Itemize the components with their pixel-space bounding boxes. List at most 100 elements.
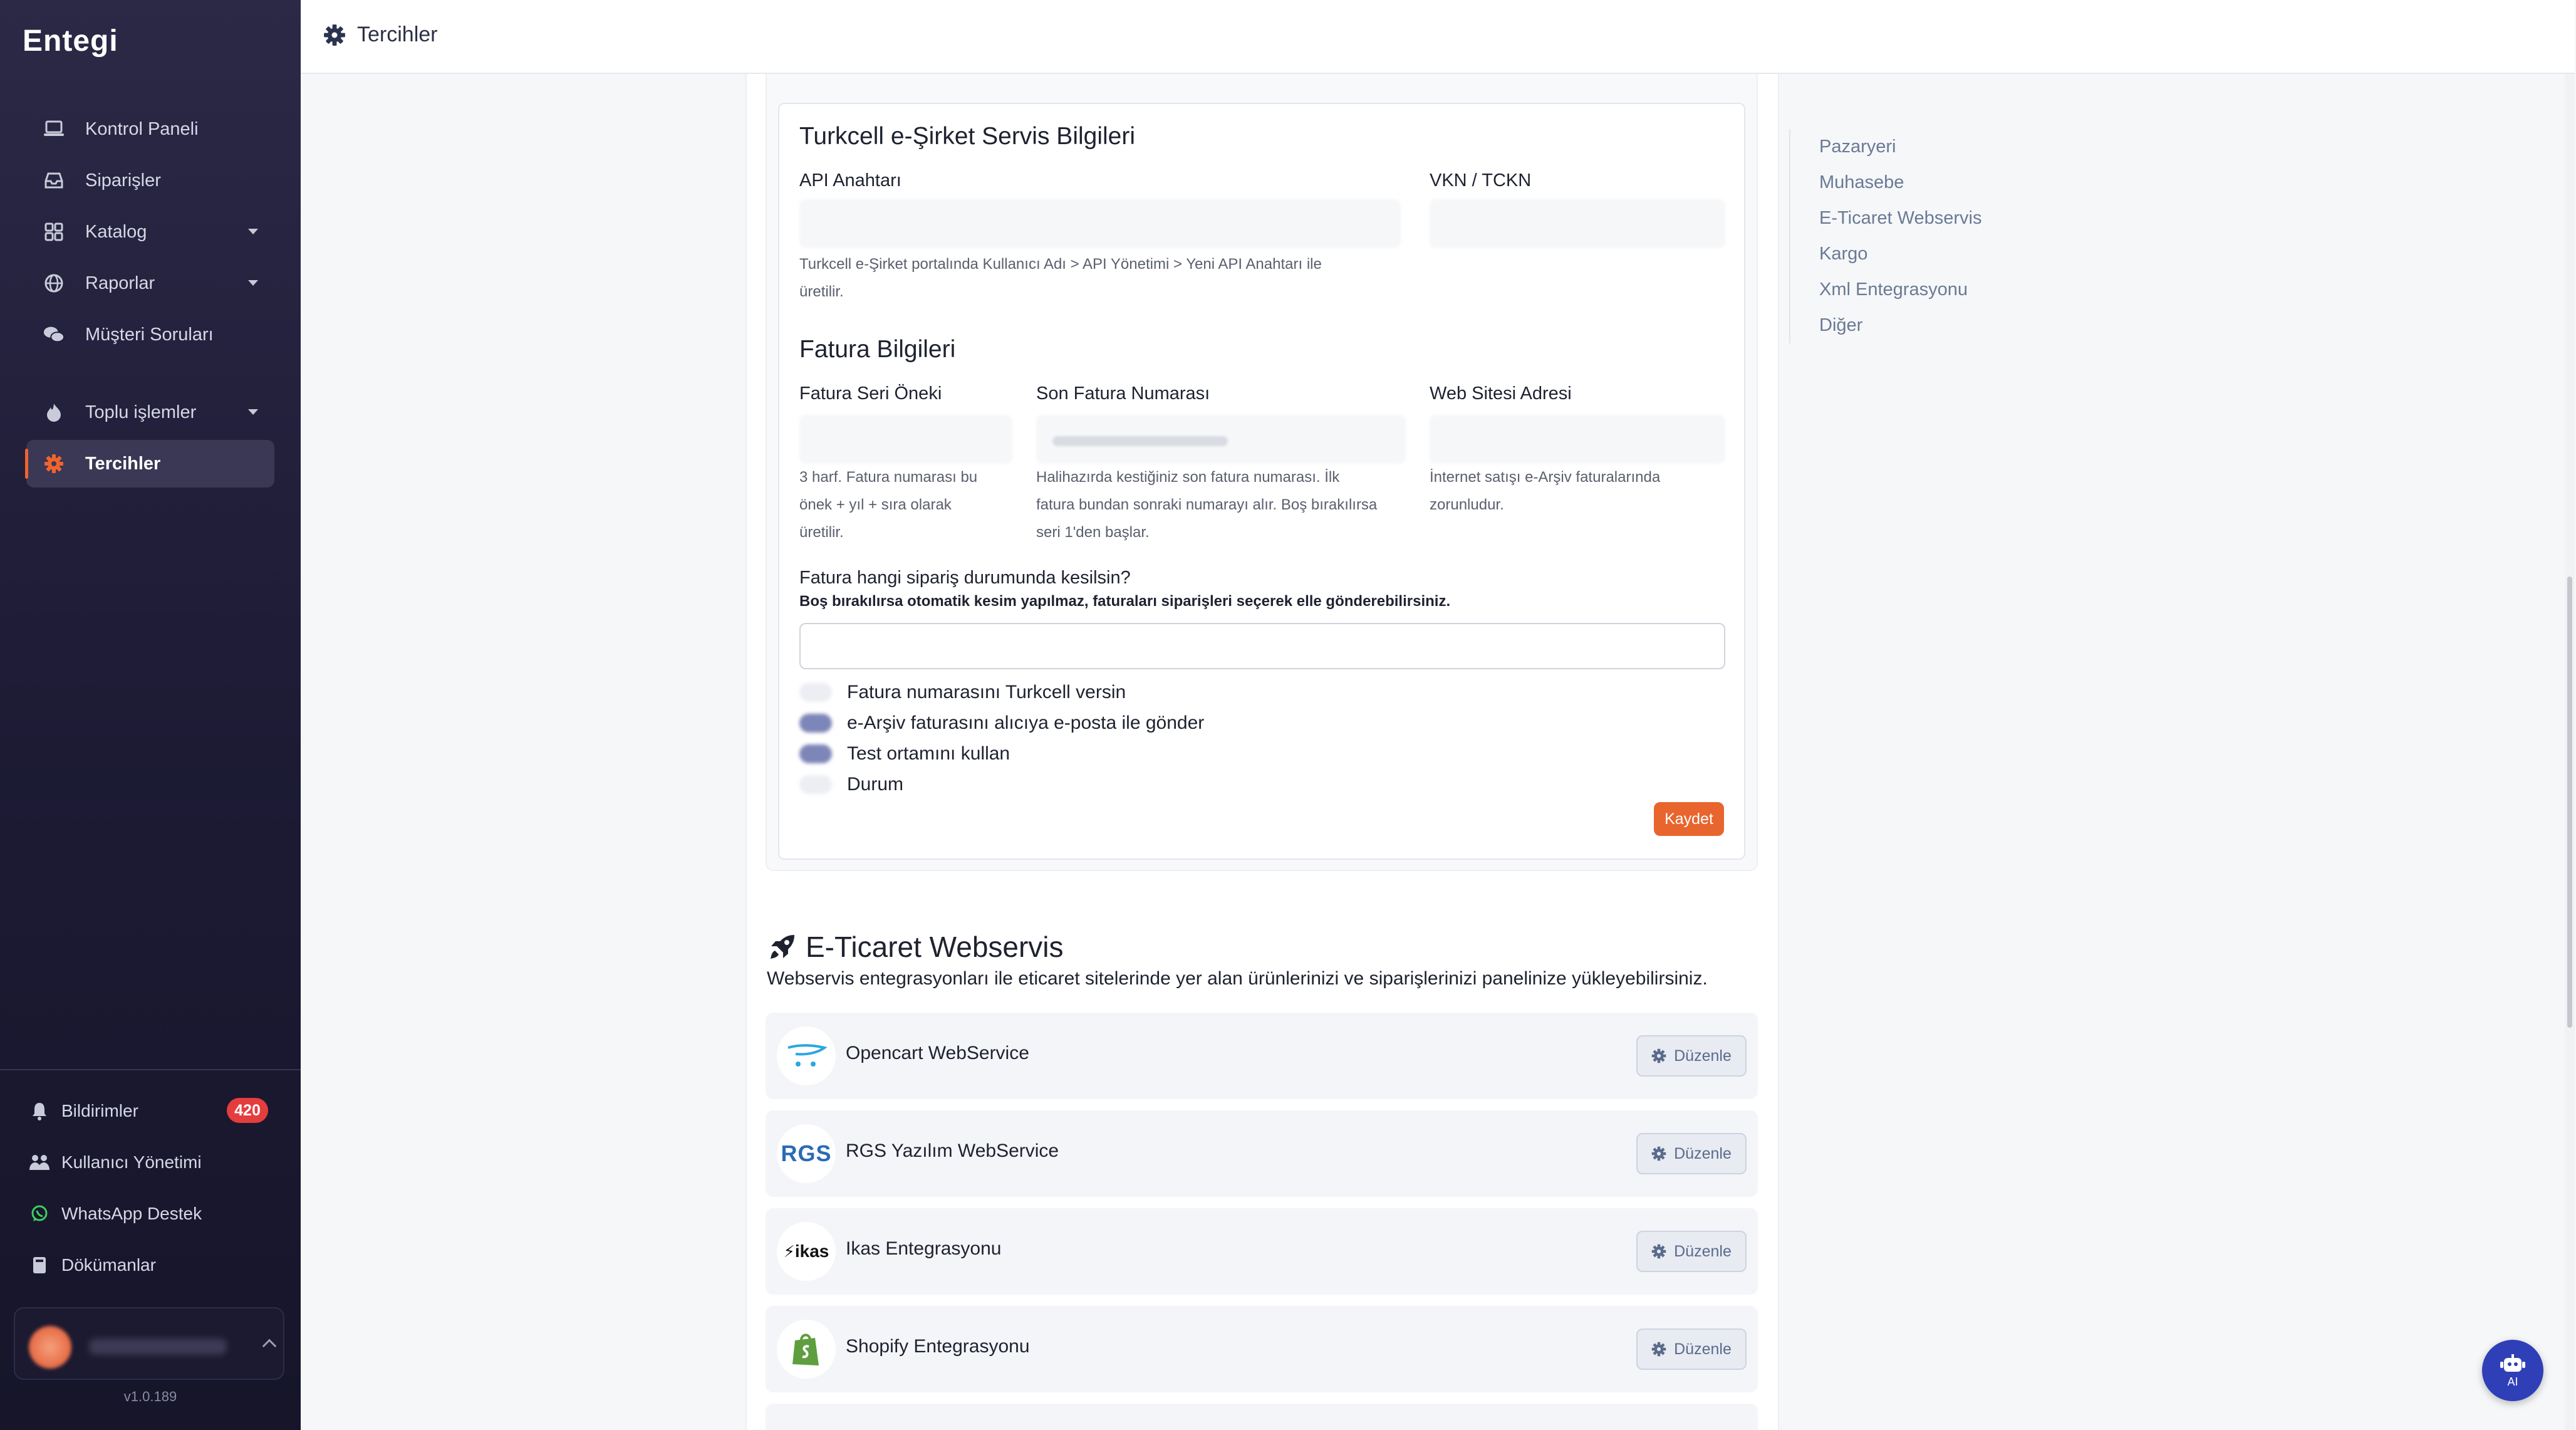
sidebar-item-toplu-islemler[interactable]: Toplu işlemler [26,389,274,436]
invoice-status-question: Fatura hangi sipariş durumunda kesilsin? [799,568,1131,588]
sidebar-item-label: Siparişler [85,170,161,190]
notification-count-badge: 420 [227,1098,268,1123]
api-key-label: API Anahtarı [799,170,901,190]
invoice-prefix-help: 3 harf. Fatura numarası bu önek + yıl + s… [799,469,978,541]
toc-link-pazaryeri[interactable]: Pazaryeri [1819,129,1981,165]
toc-link-xml-entegrasyonu[interactable]: Xml Entegrasyonu [1819,272,1981,308]
toggle-switch[interactable] [799,744,832,763]
user-name-redacted [89,1339,227,1355]
edit-label: Düzenle [1674,1144,1732,1162]
users-icon [29,1152,50,1173]
fire-icon [43,401,65,424]
option-label: Test ortamını kullan [847,743,1010,764]
save-button[interactable]: Kaydet [1654,802,1724,836]
option-turkcell-numbering[interactable]: Fatura numarasını Turkcell versin [799,681,1126,704]
last-invoice-label: Son Fatura Numarası [1036,384,1210,404]
sidebar-item-label: Müşteri Soruları [85,324,214,345]
sidebar-footer-dokumanlar[interactable]: Dökümanlar [29,1248,156,1283]
chevron-down-icon [248,229,258,234]
ai-assistant-button[interactable]: AI [2482,1340,2543,1401]
eticaret-description: Webservis entegrasyonları ile eticaret s… [767,968,1708,989]
service-card-rgs: RGS RGS Yazılım WebService Düzenle [766,1110,1758,1197]
chevron-down-icon [248,280,258,286]
app-logo[interactable]: Entegi [23,24,118,58]
opencart-logo [777,1026,836,1085]
website-input[interactable] [1430,415,1725,464]
sidebar-item-tercihler[interactable]: Tercihler [25,440,274,488]
toc-link-diger[interactable]: Diğer [1819,308,1981,343]
robot-icon [2499,1353,2527,1375]
order-status-select[interactable] [799,623,1725,669]
scrollbar-thumb[interactable] [2567,577,2572,1028]
option-label: Fatura numarasını Turkcell versin [847,682,1126,702]
eticaret-title-text: E-Ticaret Webservis [806,931,1064,963]
gear-icon [323,24,346,50]
option-email-einvoice[interactable]: e-Arşiv faturasını alıcıya e-posta ile g… [799,711,1204,735]
option-label: e-Arşiv faturasını alıcıya e-posta ile g… [847,712,1205,733]
last-invoice-input[interactable] [1036,415,1406,464]
api-key-help-line-2: üretilir. [799,283,844,300]
api-key-help-line-1: Turkcell e-Şirket portalında Kullanıcı A… [799,256,1322,273]
inbox-icon [43,169,65,192]
toc-link-eticaret-webservis[interactable]: E-Ticaret Webservis [1819,201,1981,236]
app-version: v1.0.189 [123,1389,177,1404]
toc-link-kargo[interactable]: Kargo [1819,236,1981,272]
ai-button-label: AI [2507,1375,2518,1388]
chat-icon [43,323,65,346]
option-status[interactable]: Durum [799,773,903,796]
edit-label: Düzenle [1674,1340,1732,1358]
service-name: Opencart WebService [846,1043,1029,1063]
sidebar: Entegi Kontrol Paneli Siparişler Katalog… [0,0,301,1430]
edit-button[interactable]: Düzenle [1636,1035,1747,1077]
rocket-icon [768,932,797,961]
invoice-prefix-input[interactable] [799,415,1012,464]
sidebar-footer-label: Dökümanlar [61,1255,156,1275]
turkcell-section-title: Turkcell e-Şirket Servis Bilgileri [799,123,1136,150]
globe-icon [43,272,65,295]
grid-icon [43,221,65,243]
service-card-shopify: Shopify Entegrasyonu Düzenle [766,1306,1758,1392]
edit-button[interactable]: Düzenle [1636,1231,1747,1272]
last-invoice-help: Halihazırda kestiğiniz son fatura numara… [1036,469,1378,541]
toggle-switch[interactable] [799,775,832,794]
invoice-status-note: Boş bırakılırsa otomatik kesim yapılmaz,… [799,593,1451,610]
sidebar-item-musteri-sorulari[interactable]: Müşteri Soruları [26,311,274,358]
sidebar-item-siparisler[interactable]: Siparişler [26,157,274,204]
toggle-switch[interactable] [799,714,832,733]
sidebar-footer-label: WhatsApp Destek [61,1204,202,1223]
website-label: Web Sitesi Adresi [1430,384,1572,404]
bell-icon [29,1100,50,1122]
edit-button[interactable]: Düzenle [1636,1133,1747,1174]
gear-icon [1651,1342,1666,1357]
gear-icon [1651,1048,1666,1063]
sidebar-footer-whatsapp-destek[interactable]: WhatsApp Destek [29,1196,202,1231]
sidebar-item-raporlar[interactable]: Raporlar [26,259,274,307]
chevron-up-icon[interactable] [262,1339,277,1354]
sidebar-item-label: Raporlar [85,273,155,293]
eticaret-section-title: E-Ticaret Webservis [768,930,1064,964]
vkn-input[interactable] [1430,199,1725,248]
api-key-input[interactable] [799,199,1401,248]
sidebar-item-katalog[interactable]: Katalog [26,208,274,256]
service-card-opencart: Opencart WebService Düzenle [766,1013,1758,1099]
edit-button[interactable]: Düzenle [1636,1328,1747,1370]
sidebar-item-kontrol-paneli[interactable]: Kontrol Paneli [26,105,274,153]
edit-label: Düzenle [1674,1046,1732,1065]
section-toc: Pazaryeri Muhasebe E-Ticaret Webservis K… [1789,129,1981,343]
laptop-icon [43,118,65,140]
fatura-section-title: Fatura Bilgileri [799,336,956,363]
user-profile-card[interactable] [14,1307,284,1380]
toc-link-muhasebe[interactable]: Muhasebe [1819,165,1981,201]
website-help: İnternet satışı e-Arşiv faturalarında zor… [1430,469,1661,513]
option-test-environment[interactable]: Test ortamını kullan [799,742,1010,766]
gear-icon [1651,1244,1666,1259]
sidebar-item-label: Katalog [85,221,147,242]
sidebar-footer-bildirimler[interactable]: Bildirimler [29,1093,138,1129]
ikas-logo: ⚡ ikas [777,1222,836,1281]
top-bar: Tercihler [301,0,2575,74]
toggle-switch[interactable] [799,683,832,702]
chevron-down-icon [248,409,258,415]
service-card-ikas: ⚡ ikas Ikas Entegrasyonu Düzenle [766,1208,1758,1295]
book-icon [29,1255,50,1276]
sidebar-footer-kullanici-yonetimi[interactable]: Kullanıcı Yönetimi [29,1145,202,1180]
